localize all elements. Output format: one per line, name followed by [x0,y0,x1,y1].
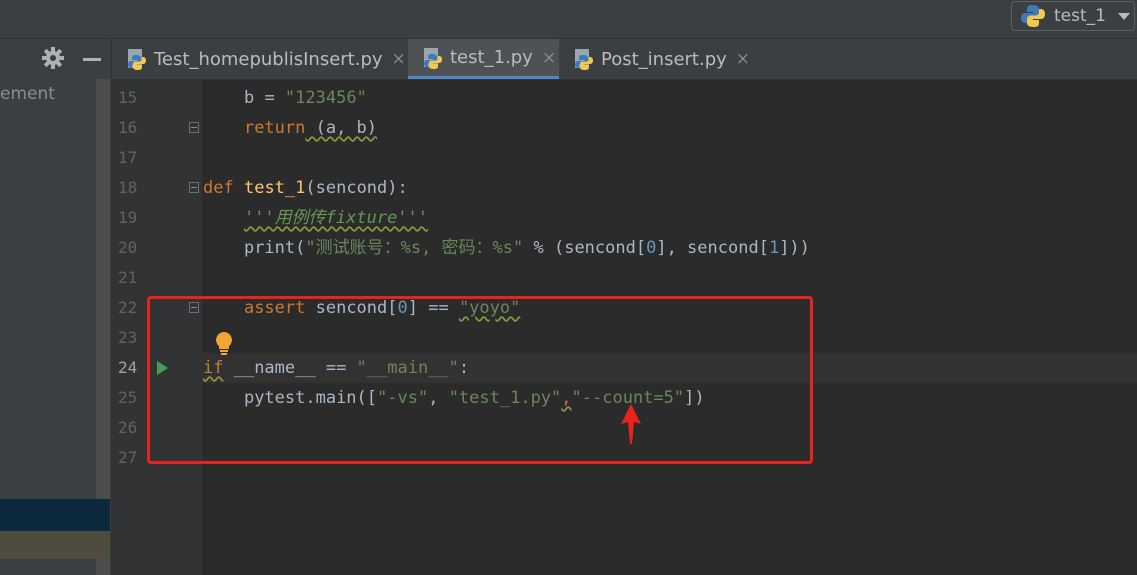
line-number: 26 [118,418,138,437]
code-line-19: '''用例传fixture''' [243,208,429,228]
project-tree-item[interactable]: ement [0,84,55,104]
python-file-icon [575,49,593,70]
minus-icon[interactable] [83,58,101,61]
line-number: 18 [118,178,138,197]
python-icon [1021,5,1045,27]
project-tool-window: ement [0,39,112,575]
run-configuration-label: test_1 [1054,6,1106,26]
fold-start-icon[interactable] [189,182,199,193]
close-icon[interactable]: × [736,49,750,69]
line-number: 21 [118,268,138,287]
highlighted-tree-row[interactable] [0,531,110,559]
caret-down-icon[interactable] [1117,12,1130,20]
line-number: 27 [118,448,138,467]
code-line-15: b = "123456" [243,88,367,108]
line-number: 24 [118,358,138,377]
editor-tab-bar: Test_homepublisInsert.py × test_1.py × P… [112,39,1137,80]
run-configuration-selector[interactable]: test_1 [1011,1,1135,31]
python-file-icon [424,47,442,69]
line-number: 25 [118,388,138,407]
tab-test-homepublisinsert[interactable]: Test_homepublisInsert.py × [126,39,408,79]
tab-label: test_1.py [450,47,533,68]
gear-icon[interactable] [42,47,64,69]
code-line-18: def test_1(sencond): [203,178,408,198]
close-icon[interactable]: × [542,48,556,68]
top-toolbar: test_1 [0,0,1137,39]
code-line-20: print("测试账号：%s, 密码：%s" % (sencond[0], se… [243,238,810,258]
selected-tree-row[interactable] [0,499,110,531]
close-icon[interactable]: × [392,49,406,69]
annotation-highlight-box [147,296,813,464]
project-panel-header [0,39,111,79]
tab-label: Test_homepublisInsert.py [154,48,383,70]
tab-test-1[interactable]: test_1.py × [408,39,559,79]
python-file-icon [128,49,146,70]
line-number: 22 [118,298,138,317]
line-number: 16 [118,118,138,137]
line-number: 23 [118,328,138,347]
line-number: 20 [118,238,138,257]
tab-post-insert[interactable]: Post_insert.py × [559,39,759,79]
arrow-up-icon [621,404,641,444]
fold-end-icon[interactable] [189,122,199,133]
code-line-16: return (a, b) [243,118,378,138]
line-number: 15 [118,88,138,107]
line-number: 17 [118,148,138,167]
line-number: 19 [118,208,138,227]
tab-label: Post_insert.py [601,48,727,70]
